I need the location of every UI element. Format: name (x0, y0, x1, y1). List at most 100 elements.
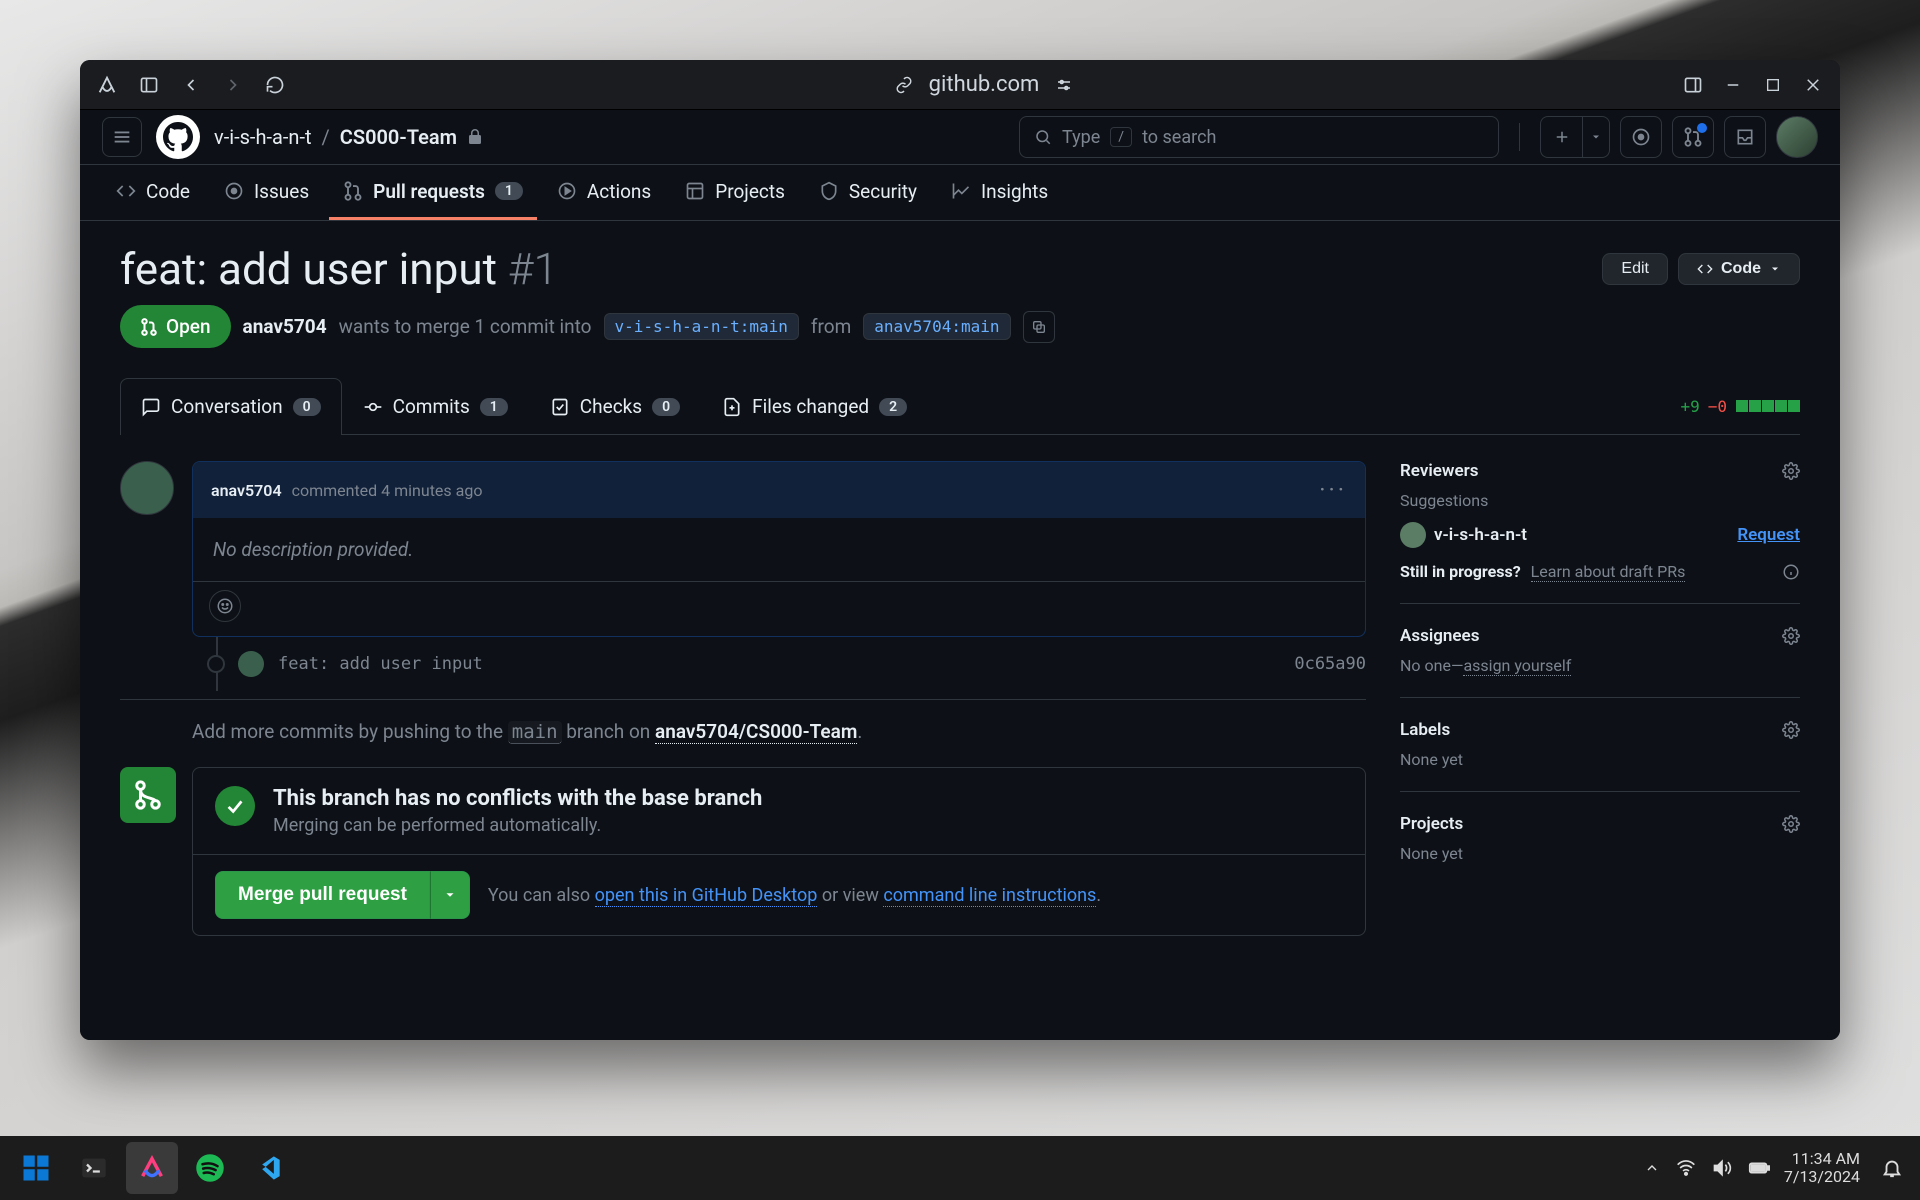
merge-pull-request-button[interactable]: Merge pull request (215, 871, 430, 919)
arc-logo-icon[interactable] (92, 70, 122, 100)
pr-author-link[interactable]: anav5704 (243, 315, 327, 338)
terminal-app[interactable] (68, 1142, 120, 1194)
tab-actions[interactable]: Actions (543, 165, 665, 220)
commit-sha[interactable]: 0c65a90 (1294, 654, 1366, 674)
head-branch-chip[interactable]: anav5704:main (863, 313, 1010, 340)
merge-options-caret[interactable] (430, 871, 470, 919)
repo-name-link[interactable]: CS000-Team (340, 125, 457, 149)
projects-gear-icon[interactable] (1782, 815, 1800, 833)
assign-yourself-link[interactable]: assign yourself (1463, 656, 1571, 676)
tab-projects[interactable]: Projects (671, 165, 799, 220)
battery-icon[interactable] (1748, 1157, 1770, 1179)
code-icon (1697, 261, 1713, 277)
tune-icon[interactable] (1055, 76, 1073, 94)
merge-hint: You can also open this in GitHub Desktop… (488, 885, 1101, 906)
search-input[interactable]: Type / to search (1019, 116, 1499, 158)
wifi-icon[interactable] (1676, 1158, 1696, 1178)
open-desktop-link[interactable]: open this in GitHub Desktop (595, 885, 818, 907)
url-domain: github.com (929, 72, 1040, 97)
push-hint: Add more commits by pushing to the main … (192, 720, 1366, 743)
search-icon (1034, 128, 1052, 146)
pr-title: feat: add user input #1 (120, 243, 558, 295)
tab-code[interactable]: Code (102, 165, 204, 220)
base-branch-chip[interactable]: v-i-s-h-a-n-t:main (604, 313, 799, 340)
suggested-reviewer-name[interactable]: v-i-s-h-a-n-t (1434, 525, 1527, 545)
search-prefix: Type (1062, 127, 1100, 148)
browser-window: github.com v-i-s-h-a-n-t (80, 60, 1840, 1040)
repo-nav: Code Issues Pull requests 1 Actions Proj… (80, 165, 1840, 221)
comment-author[interactable]: anav5704 (211, 481, 282, 500)
repo-header: v-i-s-h-a-n-t / CS000-Team Type / to sea… (80, 110, 1840, 165)
request-review-link[interactable]: Request (1737, 525, 1800, 545)
comment-body: No description provided. (193, 518, 1365, 581)
sidebar-labels: Labels None yet (1400, 720, 1800, 792)
split-view-icon[interactable] (1678, 70, 1708, 100)
spotify-app[interactable] (184, 1142, 236, 1194)
draft-pr-link[interactable]: Learn about draft PRs (1531, 562, 1686, 582)
start-button[interactable] (10, 1142, 62, 1194)
taskbar-clock[interactable]: 11:34 AM 7/13/2024 (1784, 1150, 1860, 1185)
tab-security[interactable]: Security (805, 165, 931, 220)
tab-insights[interactable]: Insights (937, 165, 1062, 220)
hamburger-menu[interactable] (102, 117, 142, 157)
user-avatar[interactable] (1776, 116, 1818, 158)
address-bar[interactable]: github.com (302, 72, 1666, 97)
reviewers-gear-icon[interactable] (1782, 462, 1800, 480)
tab-issues[interactable]: Issues (210, 165, 323, 220)
check-circle-icon (215, 786, 255, 826)
info-icon[interactable] (1782, 563, 1800, 581)
code-dropdown-button[interactable]: Code (1678, 253, 1800, 285)
pr-tab-conversation[interactable]: Conversation 0 (120, 378, 342, 434)
github-logo-icon[interactable] (156, 115, 200, 159)
minimize-button[interactable] (1718, 70, 1748, 100)
timeline-commit: feat: add user input 0c65a90 (216, 637, 1366, 691)
volume-icon[interactable] (1712, 1158, 1732, 1178)
search-kbd: / (1110, 127, 1132, 147)
windows-taskbar: 11:34 AM 7/13/2024 (0, 1136, 1920, 1200)
assignees-gear-icon[interactable] (1782, 627, 1800, 645)
issues-global-button[interactable] (1620, 116, 1662, 158)
arc-app[interactable] (126, 1142, 178, 1194)
pr-tab-commits[interactable]: Commits 1 (342, 378, 529, 434)
search-suffix: to search (1142, 127, 1216, 148)
copy-branch-button[interactable] (1023, 311, 1055, 343)
diff-stat: +9 −0 (1680, 397, 1800, 416)
comment-menu-button[interactable]: ··· (1319, 476, 1347, 504)
tab-pull-requests[interactable]: Pull requests 1 (329, 165, 537, 220)
merge-panel: This branch has no conflicts with the ba… (120, 767, 1366, 936)
add-reaction-button[interactable] (209, 590, 241, 622)
pulls-global-button[interactable] (1672, 116, 1714, 158)
browser-title-bar: github.com (80, 60, 1840, 110)
forward-button[interactable] (218, 70, 248, 100)
labels-gear-icon[interactable] (1782, 721, 1800, 739)
comment-meta: commented 4 minutes ago (292, 481, 483, 500)
breadcrumb: v-i-s-h-a-n-t / CS000-Team (214, 125, 483, 149)
maximize-button[interactable] (1758, 70, 1788, 100)
close-button[interactable] (1798, 70, 1828, 100)
pr-tab-files[interactable]: Files changed 2 (701, 378, 928, 434)
create-new-button[interactable] (1540, 116, 1582, 158)
link-icon (895, 76, 913, 94)
pr-tab-checks[interactable]: Checks 0 (529, 378, 701, 434)
chevron-up-icon[interactable] (1644, 1160, 1660, 1176)
system-tray[interactable] (1644, 1157, 1770, 1179)
author-avatar[interactable] (120, 461, 174, 515)
vscode-app[interactable] (242, 1142, 294, 1194)
back-button[interactable] (176, 70, 206, 100)
reload-button[interactable] (260, 70, 290, 100)
sidebar-toggle-icon[interactable] (134, 70, 164, 100)
commit-icon (363, 397, 383, 417)
suggested-reviewer-avatar[interactable] (1400, 522, 1426, 548)
notifications-button[interactable] (1874, 1157, 1910, 1179)
pr-sidebar: Reviewers Suggestions v-i-s-h-a-n-t Requ… (1400, 461, 1800, 936)
edit-button[interactable]: Edit (1602, 253, 1668, 285)
comment-header: anav5704 commented 4 minutes ago ··· (193, 462, 1365, 518)
create-new-caret[interactable] (1582, 116, 1610, 158)
repo-owner-link[interactable]: v-i-s-h-a-n-t (214, 125, 312, 149)
commit-message[interactable]: feat: add user input (278, 654, 483, 674)
hint-repo-link[interactable]: anav5704/CS000-Team (655, 720, 857, 744)
inbox-button[interactable] (1724, 116, 1766, 158)
file-diff-icon (722, 397, 742, 417)
cli-instructions-link[interactable]: command line instructions (883, 885, 1096, 907)
commit-author-avatar[interactable] (238, 651, 264, 677)
